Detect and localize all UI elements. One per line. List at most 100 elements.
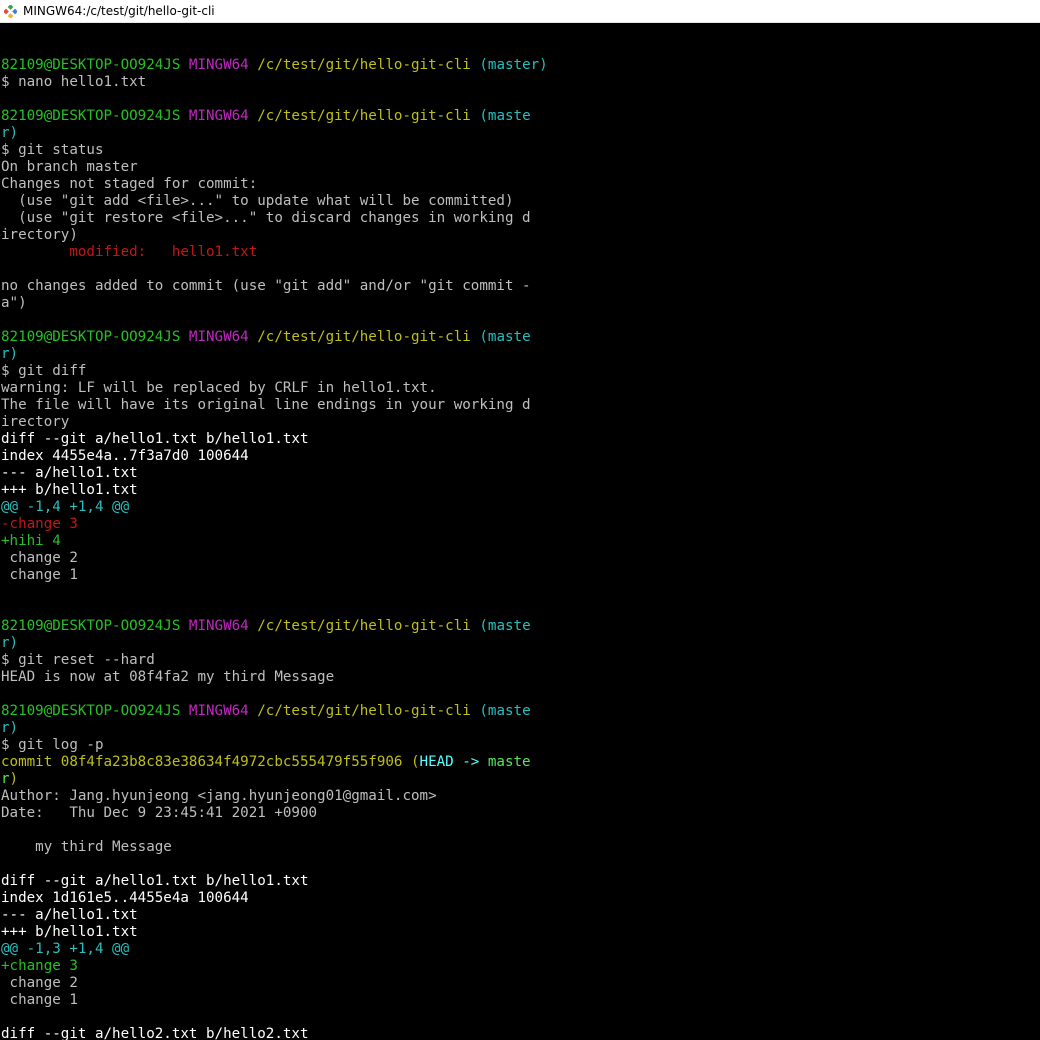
terminal-text: @@ -1,4 +1,4 @@: [1, 499, 130, 515]
terminal-line: commit 08f4fa23b8c83e38634f4972cbc555479…: [1, 754, 1039, 771]
terminal-line: 82109@DESKTOP-OO924JS MINGW64 /c/test/gi…: [1, 618, 1039, 635]
terminal-line: irectory: [1, 414, 1039, 431]
terminal-line: $ git diff: [1, 363, 1039, 380]
terminal-text: /c/test/git/hello-git-cli: [257, 108, 480, 124]
terminal-line: +++ b/hello1.txt: [1, 924, 1039, 941]
terminal-line: -change 3: [1, 516, 1039, 533]
terminal-text: irectory: [1, 414, 70, 430]
terminal-text: $ git status: [1, 142, 104, 158]
terminal-text: $ git diff: [1, 363, 87, 379]
terminal-line: change 2: [1, 975, 1039, 992]
terminal-text: /c/test/git/hello-git-cli: [257, 329, 480, 345]
terminal-line: 82109@DESKTOP-OO924JS MINGW64 /c/test/gi…: [1, 329, 1039, 346]
terminal-text: MINGW64: [188, 703, 258, 719]
terminal-text: $ nano hello1.txt: [1, 74, 147, 90]
window-title: MINGW64:/c/test/git/hello-git-cli: [23, 4, 215, 18]
terminal-text: HEAD ->: [419, 754, 488, 770]
terminal-text: MINGW64: [188, 618, 258, 634]
terminal-line: r): [1, 720, 1039, 737]
terminal-line: Author: Jang.hyunjeong <jang.hyunjeong01…: [1, 788, 1039, 805]
terminal-text: Date: Thu Dec 9 23:45:41 2021 +0900: [1, 805, 318, 821]
terminal-text: +++ b/hello1.txt: [1, 482, 138, 498]
terminal-text: (maste: [479, 329, 531, 345]
terminal-text: (maste: [479, 703, 531, 719]
terminal-text: a"): [1, 295, 27, 311]
terminal-text: r): [1, 635, 19, 651]
terminal-text: On branch master: [1, 159, 138, 175]
terminal-text: 82109@DESKTOP-OO924JS: [1, 57, 189, 73]
terminal-line: (use "git add <file>..." to update what …: [1, 193, 1039, 210]
terminal-line: 82109@DESKTOP-OO924JS MINGW64 /c/test/gi…: [1, 57, 1039, 74]
terminal-line: The file will have its original line end…: [1, 397, 1039, 414]
terminal-text: +++ b/hello1.txt: [1, 924, 138, 940]
terminal-line: change 1: [1, 992, 1039, 1009]
terminal-text: @@ -1,3 +1,4 @@: [1, 941, 130, 957]
terminal-text: +change 3: [1, 958, 78, 974]
window-titlebar[interactable]: MINGW64:/c/test/git/hello-git-cli: [0, 0, 1040, 23]
terminal-text: r): [1, 720, 19, 736]
terminal-line: no changes added to commit (use "git add…: [1, 278, 1039, 295]
terminal-line: index 1d161e5..4455e4a 100644: [1, 890, 1039, 907]
terminal-line: r): [1, 771, 1039, 788]
terminal-text: $ git reset --hard: [1, 652, 155, 668]
terminal-line: change 2: [1, 550, 1039, 567]
terminal-text: r): [1, 125, 19, 141]
terminal-text: 82109@DESKTOP-OO924JS: [1, 618, 189, 634]
terminal-line: change 1: [1, 567, 1039, 584]
terminal-line: --- a/hello1.txt: [1, 465, 1039, 482]
terminal-text: HEAD is now at 08f4fa2 my third Message: [1, 669, 335, 685]
terminal-line: my third Message: [1, 839, 1039, 856]
terminal-text: MINGW64: [188, 108, 258, 124]
terminal-text: change 2: [1, 550, 78, 566]
terminal-line: $ git reset --hard: [1, 652, 1039, 669]
terminal-text: maste: [487, 754, 531, 770]
terminal-text: 82109@DESKTOP-OO924JS: [1, 108, 189, 124]
terminal-line: (use "git restore <file>..." to discard …: [1, 210, 1039, 227]
terminal-line: a"): [1, 295, 1039, 312]
terminal-line: diff --git a/hello1.txt b/hello1.txt: [1, 431, 1039, 448]
terminal-text: index 1d161e5..4455e4a 100644: [1, 890, 249, 906]
terminal-line: +++ b/hello1.txt: [1, 482, 1039, 499]
terminal-line: $ git log -p: [1, 737, 1039, 754]
terminal-text: warning: LF will be replaced by CRLF in …: [1, 380, 437, 396]
terminal-text: (use "git restore <file>..." to discard …: [1, 210, 531, 226]
terminal-text: diff --git a/hello2.txt b/hello2.txt: [1, 1026, 309, 1040]
terminal-text: change 1: [1, 567, 78, 583]
terminal-text: Changes not staged for commit:: [1, 176, 258, 192]
terminal-line: Changes not staged for commit:: [1, 176, 1039, 193]
terminal-line: r): [1, 635, 1039, 652]
terminal-text: --- a/hello1.txt: [1, 907, 138, 923]
terminal-text: diff --git a/hello1.txt b/hello1.txt: [1, 873, 309, 889]
terminal-text: MINGW64: [188, 57, 258, 73]
terminal-text: $ git log -p: [1, 737, 104, 753]
terminal-text: (use "git add <file>..." to update what …: [1, 193, 514, 209]
terminal-line: +change 3: [1, 958, 1039, 975]
terminal-line: +hihi 4: [1, 533, 1039, 550]
terminal-output[interactable]: 82109@DESKTOP-OO924JS MINGW64 /c/test/gi…: [1, 40, 1039, 1040]
terminal-line: On branch master: [1, 159, 1039, 176]
terminal-text: commit 08f4fa23b8c83e38634f4972cbc555479…: [1, 754, 420, 770]
terminal-line: HEAD is now at 08f4fa2 my third Message: [1, 669, 1039, 686]
terminal-text: /c/test/git/hello-git-cli: [257, 618, 480, 634]
git-bash-icon: [4, 5, 17, 18]
terminal-text: (maste: [479, 108, 531, 124]
terminal-text: /c/test/git/hello-git-cli: [257, 703, 480, 719]
terminal-text: /c/test/git/hello-git-cli: [257, 57, 480, 73]
terminal-text: 82109@DESKTOP-OO924JS: [1, 703, 189, 719]
terminal-line: --- a/hello1.txt: [1, 907, 1039, 924]
terminal-text: irectory): [1, 227, 78, 243]
terminal-text: --- a/hello1.txt: [1, 465, 138, 481]
terminal-text: +hihi 4: [1, 533, 61, 549]
terminal-text: MINGW64: [188, 329, 258, 345]
terminal-line: r): [1, 125, 1039, 142]
terminal-text: change 1: [1, 992, 78, 1008]
